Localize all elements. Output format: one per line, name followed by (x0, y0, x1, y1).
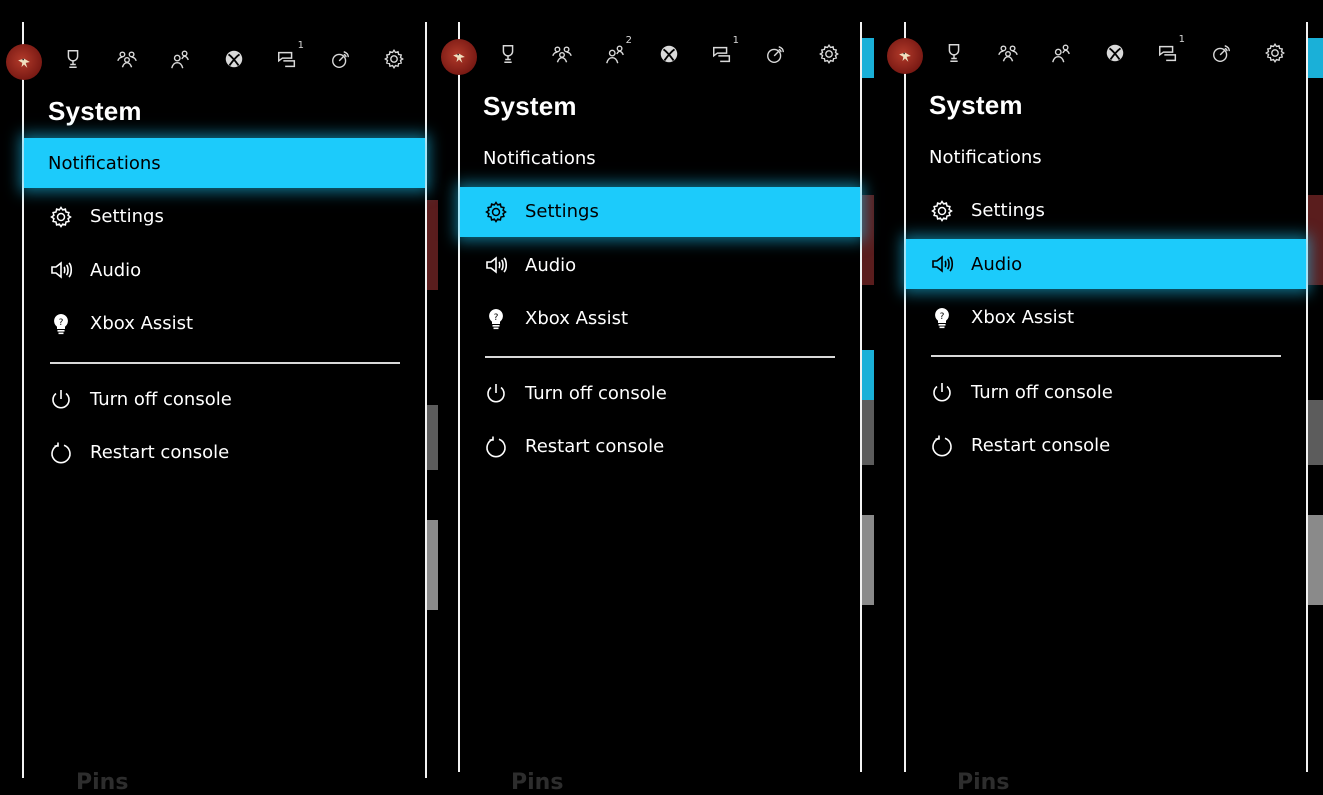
menu-item-xbox-assist[interactable]: ? Xbox Assist (460, 294, 860, 344)
page-title: System (48, 96, 142, 126)
tab-friends-icon[interactable]: 2 (602, 35, 632, 67)
tab-party-icon[interactable] (995, 40, 1021, 66)
menu-item-xbox-assist[interactable]: ? Xbox Assist (906, 293, 1306, 343)
menu-item-label: Xbox Assist (525, 308, 629, 329)
tab-trophy-icon[interactable] (495, 41, 521, 67)
menu-item-notifications[interactable]: Notifications (460, 133, 860, 183)
tab-broadcast-icon[interactable] (1209, 40, 1235, 66)
menu-item-label: Notifications (929, 146, 1042, 168)
tab-party-icon[interactable] (114, 46, 140, 72)
gear-icon (48, 204, 74, 230)
tab-xbox-icon[interactable] (221, 46, 247, 72)
guide-right-border (425, 22, 427, 778)
menu-item-audio[interactable]: Audio (460, 240, 860, 290)
menu-item-audio[interactable]: Audio (24, 245, 425, 295)
tab-badge-count: 1 (297, 40, 304, 51)
menu-item-label: Audio (525, 254, 577, 276)
power-icon (48, 386, 74, 412)
lightbulb-icon: ? (929, 305, 955, 331)
tab-gear-icon[interactable] (816, 41, 842, 67)
menu-item-turn-off[interactable]: Turn off console (460, 368, 860, 418)
tab-broadcast-icon[interactable] (763, 41, 789, 67)
tab-xbox-icon[interactable] (1102, 40, 1128, 66)
power-icon (929, 379, 955, 405)
menu-item-label: Notifications (48, 152, 161, 174)
tab-gear-icon[interactable] (1262, 40, 1288, 66)
restart-icon (929, 433, 955, 459)
speaker-icon (929, 251, 955, 277)
menu-item-audio[interactable]: Audio (906, 239, 1306, 289)
menu-item-settings[interactable]: Settings (24, 192, 425, 242)
menu-divider (931, 355, 1281, 357)
page-title: System (929, 90, 1023, 120)
speaker-icon (483, 252, 509, 278)
dashboard-background-strip (426, 0, 438, 793)
svg-text:?: ? (940, 312, 945, 322)
tab-friends-icon[interactable] (167, 46, 193, 72)
speaker-icon (48, 257, 74, 283)
menu-item-restart[interactable]: Restart console (24, 428, 425, 478)
page-title: System (483, 91, 577, 121)
restart-icon (483, 434, 509, 460)
avatar-icon[interactable] (6, 44, 42, 80)
power-icon (483, 380, 509, 406)
menu-item-label: Restart console (90, 442, 230, 463)
menu-item-label: Settings (525, 201, 599, 222)
menu-divider (485, 356, 835, 358)
avatar-icon[interactable] (887, 38, 923, 74)
menu-item-settings[interactable]: Settings (460, 186, 860, 237)
menu-item-notifications[interactable]: Notifications (906, 132, 1306, 182)
svg-text:?: ? (494, 313, 499, 323)
guide-right-border (860, 22, 862, 772)
avatar-icon[interactable] (441, 39, 477, 75)
menu-item-label: Turn off console (525, 382, 667, 404)
tab-friends-icon[interactable] (1048, 40, 1074, 66)
tab-messages-icon[interactable]: 1 (709, 35, 739, 67)
menu-item-restart[interactable]: Restart console (460, 422, 860, 472)
menu-divider (50, 362, 400, 364)
svg-text:?: ? (59, 318, 64, 328)
tab-badge-count: 2 (625, 35, 632, 46)
tab-messages-icon[interactable]: 1 (1155, 34, 1185, 66)
menu-item-turn-off[interactable]: Turn off console (24, 374, 425, 424)
menu-item-label: Turn off console (971, 381, 1113, 403)
tab-party-icon[interactable] (549, 41, 575, 67)
dashboard-background-strip (862, 0, 874, 793)
menu-item-label: Restart console (971, 435, 1111, 456)
tab-trophy-icon[interactable] (60, 46, 86, 72)
menu-item-label: Turn off console (90, 388, 232, 410)
tab-badge-count: 1 (1178, 34, 1185, 45)
pins-heading: Pins (957, 770, 1010, 795)
menu-item-label: Settings (971, 200, 1045, 221)
lightbulb-icon: ? (483, 306, 509, 332)
menu-item-label: Settings (90, 206, 164, 227)
tab-gear-icon[interactable] (381, 46, 407, 72)
guide-right-border (1306, 22, 1308, 772)
gear-icon (483, 199, 509, 225)
menu-item-label: Xbox Assist (971, 307, 1075, 328)
tab-messages-icon[interactable]: 1 (274, 40, 304, 72)
tab-badge-count: 1 (732, 35, 739, 46)
menu-item-xbox-assist[interactable]: ? Xbox Assist (24, 299, 425, 349)
menu-item-notifications[interactable]: Notifications (24, 138, 425, 188)
gear-icon (929, 198, 955, 224)
pins-heading: Pins (76, 770, 129, 795)
menu-item-label: Xbox Assist (90, 313, 194, 334)
menu-item-settings[interactable]: Settings (906, 186, 1306, 236)
dashboard-background-strip (1308, 0, 1323, 793)
pins-heading: Pins (511, 770, 564, 795)
tab-xbox-icon[interactable] (656, 41, 682, 67)
menu-item-turn-off[interactable]: Turn off console (906, 367, 1306, 417)
tab-broadcast-icon[interactable] (328, 46, 354, 72)
restart-icon (48, 440, 74, 466)
menu-item-restart[interactable]: Restart console (906, 421, 1306, 471)
menu-item-label: Audio (90, 259, 142, 281)
menu-item-label: Audio (971, 253, 1023, 275)
menu-item-label: Restart console (525, 436, 665, 457)
tab-trophy-icon[interactable] (941, 40, 967, 66)
menu-item-label: Notifications (483, 147, 596, 169)
lightbulb-icon: ? (48, 311, 74, 337)
